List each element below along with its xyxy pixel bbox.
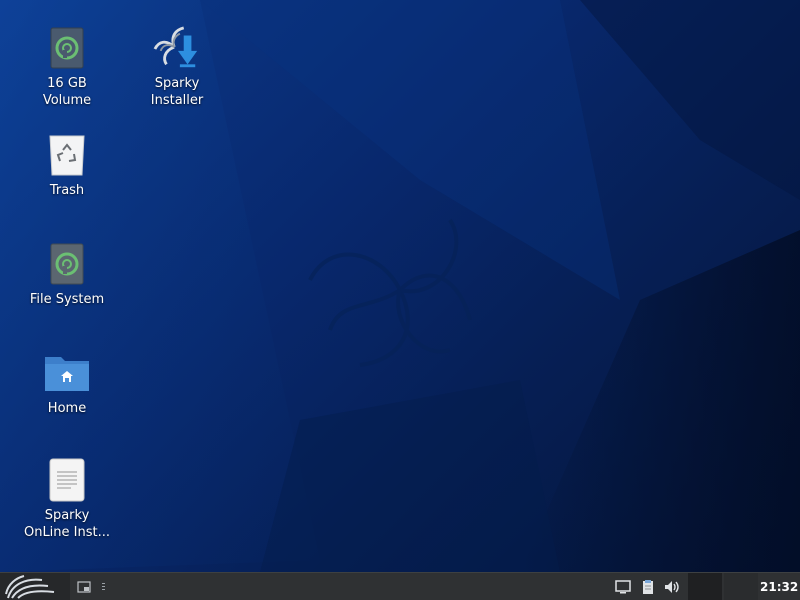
document-icon: [43, 456, 91, 504]
desktop[interactable]: 16 GB Volume Sparky Installer Trash File…: [0, 0, 800, 572]
desktop-icon-label: Trash: [49, 183, 85, 198]
workspace-1[interactable]: [688, 573, 722, 600]
desktop-icon-sparky-installer[interactable]: Sparky Installer: [127, 24, 227, 109]
desktop-icon-sparky-online-installer[interactable]: Sparky OnLine Inst...: [17, 456, 117, 541]
sparky-installer-icon: [153, 24, 201, 72]
volume-icon: [665, 581, 679, 593]
workspace-2[interactable]: [724, 573, 758, 600]
desktop-icon-label: Home: [47, 401, 87, 416]
drive-icon: [43, 240, 91, 288]
display-icon: [615, 580, 631, 594]
desktop-icon-trash[interactable]: Trash: [17, 131, 117, 199]
display-tray-button[interactable]: [612, 573, 634, 600]
desktop-icon-label: Sparky Installer: [150, 76, 204, 108]
sparky-logo-icon: [5, 574, 55, 599]
show-desktop-icon: [77, 580, 91, 593]
application-menu-button[interactable]: [0, 572, 70, 600]
show-desktop-button[interactable]: [74, 573, 94, 600]
window-list-handle[interactable]: [94, 573, 114, 600]
taskbar: 21:32: [0, 572, 800, 600]
desktop-icon-home[interactable]: Home: [17, 349, 117, 417]
desktop-icon-file-system[interactable]: File System: [17, 240, 117, 308]
wallpaper: [0, 0, 800, 572]
clock[interactable]: 21:32: [758, 573, 800, 600]
desktop-icon-label: 16 GB Volume: [42, 76, 92, 108]
clipboard-icon: [643, 580, 653, 594]
volume-tray-button[interactable]: [661, 573, 685, 600]
home-folder-icon: [43, 349, 91, 397]
desktop-icon-label: Sparky OnLine Inst...: [23, 508, 111, 540]
desktop-icon-16gb-volume[interactable]: 16 GB Volume: [17, 24, 117, 109]
clipboard-tray-button[interactable]: [637, 573, 659, 600]
drag-handle-icon: [102, 582, 105, 590]
drive-icon: [43, 24, 91, 72]
trash-icon: [43, 131, 91, 179]
desktop-icon-label: File System: [29, 292, 105, 307]
